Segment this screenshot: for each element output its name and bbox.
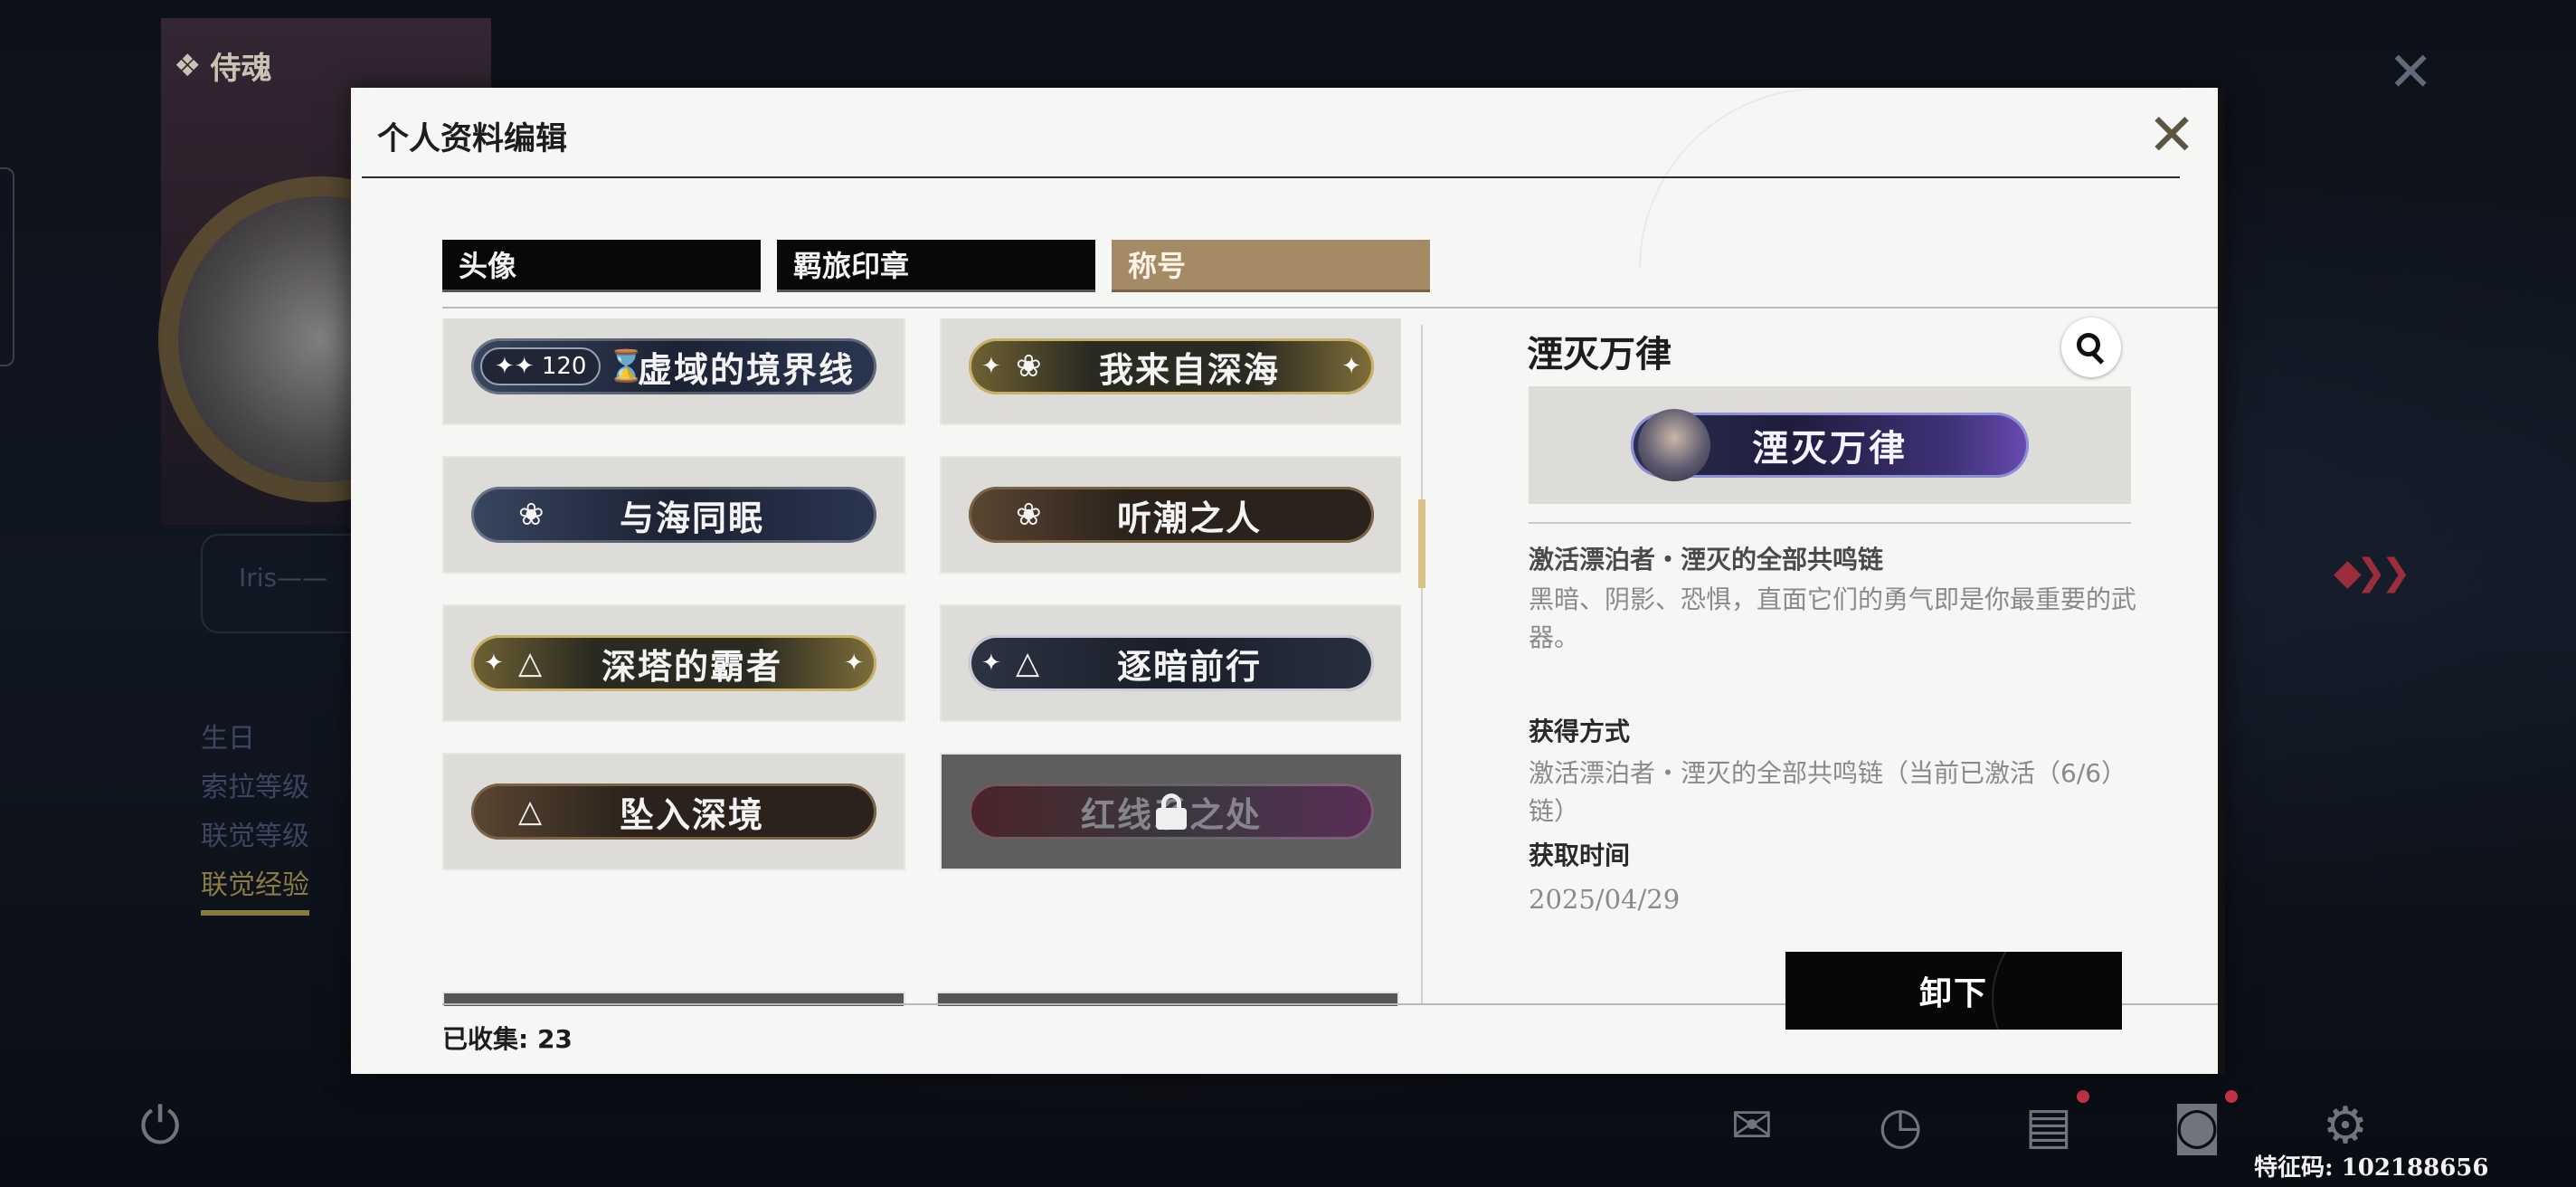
tab-title[interactable]: 称号: [1112, 240, 1430, 292]
title-card-locked[interactable]: 红线系之处: [940, 753, 1401, 870]
tabs-divider: [442, 307, 2218, 309]
profile-card-header-text: 侍魂: [210, 51, 272, 87]
sparkle-icon: ✦: [1341, 353, 1361, 380]
title-badge: 红线系之处: [969, 783, 1374, 840]
hourglass-icon: ⌛: [607, 348, 646, 385]
title-label: 与海同眠: [619, 498, 764, 538]
title-description: 黑暗、阴影、恐惧，直面它们的勇气即是你最重要的武器。: [1529, 584, 2137, 652]
feature-code: 特征码: 102188656: [2254, 1154, 2489, 1182]
sparkle-icon: ✦: [484, 650, 504, 677]
title-badge: ✦ △ 深塔的霸者 ✦: [471, 635, 876, 691]
title-grid[interactable]: ✦✦ 120 ⌛ 虚域的境界线 ✦ ❀ 我来自深海 ✦ ❀ 与海同眠 ❀ 听潮之…: [442, 318, 1401, 1006]
side-item-birthday: 生日: [201, 723, 255, 755]
side-pull-tab[interactable]: [0, 167, 14, 366]
tab-journey-seal[interactable]: 羁旅印章: [777, 240, 1095, 292]
wave-emblem-icon: ❀: [1016, 497, 1042, 533]
title-badge: ❀ 与海同眠: [471, 487, 876, 543]
side-item-sol-level: 索拉等级: [201, 772, 309, 803]
dialog-title: 个人资料编辑: [377, 121, 568, 157]
chevrons-right-icon: ◆❯❯: [2334, 552, 2411, 594]
title-badge: ✦✦ 120 ⌛ 虚域的境界线: [471, 338, 876, 394]
camera-icon[interactable]: ◙: [2165, 1095, 2229, 1158]
wave-emblem-icon: ❀: [518, 497, 545, 533]
title-card[interactable]: △ 坠入深境: [442, 753, 905, 870]
side-item-synesthesia-exp: 联觉经验: [201, 861, 309, 916]
title-label: 我来自深海: [1098, 349, 1280, 390]
mail-icon[interactable]: ✉: [1720, 1095, 1784, 1158]
background-close-icon[interactable]: ✕: [2388, 41, 2433, 104]
side-item-synesthesia-level: 联觉等级: [201, 821, 309, 852]
collected-count: 已收集: 23: [442, 1020, 573, 1056]
close-icon: ✕: [2147, 102, 2196, 169]
notes-badge: [2077, 1090, 2089, 1103]
title-level: 120: [541, 353, 587, 380]
pane-divider: [1421, 325, 1423, 1003]
sparkle-icon: ✦: [981, 353, 1001, 380]
title-label: 深塔的霸者: [601, 646, 782, 687]
zoom-button[interactable]: [2061, 318, 2121, 377]
unequip-button[interactable]: 卸下: [1785, 952, 2122, 1030]
detail-divider: [1529, 522, 2131, 524]
title-card[interactable]: ❀ 听潮之人: [940, 456, 1401, 574]
tower-icon: △: [518, 793, 543, 830]
title-label: 坠入深境: [619, 794, 764, 835]
lock-icon: [1156, 793, 1187, 830]
profile-edit-dialog: 个人资料编辑 ✕ 头像 羁旅印章 称号 ✦✦ 120 ⌛ 虚域的境界线 ✦ ❀ …: [351, 88, 2225, 1074]
sparkle-icon: ✦: [981, 650, 1001, 677]
preview-badge: 湮灭万律: [1631, 409, 2029, 481]
title-badge: ✦ △ 逐暗前行: [969, 635, 1374, 691]
power-icon[interactable]: ⏻: [128, 1095, 192, 1158]
tab-avatar[interactable]: 头像: [442, 240, 761, 292]
camera-badge: [2225, 1090, 2238, 1103]
clock-icon[interactable]: ◷: [1869, 1095, 1932, 1158]
close-button[interactable]: ✕: [2140, 102, 2203, 169]
preview-badge-text: 湮灭万律: [1752, 428, 1908, 470]
selected-title-name: 湮灭万律: [1527, 334, 1672, 375]
time-label: 获取时间: [1529, 840, 1631, 870]
character-portrait: [1638, 409, 1710, 481]
diamond-icon: ❖: [174, 47, 202, 84]
title-card[interactable]: ❀ 与海同眠: [442, 456, 905, 574]
collected-value: 23: [536, 1024, 573, 1054]
header-decoration: [1639, 88, 2182, 269]
title-divider: [362, 176, 2180, 178]
title-card[interactable]: ✦ ❀ 我来自深海 ✦: [940, 318, 1401, 425]
title-level-pill: ✦✦ 120: [480, 347, 601, 385]
tower-icon: △: [518, 645, 543, 681]
collected-label: 已收集:: [442, 1024, 529, 1054]
title-badge: ❀ 听潮之人: [969, 487, 1374, 543]
profile-side-list: 生日 索拉等级 联觉等级 联觉经验: [201, 715, 309, 916]
acquired-time: 2025/04/29: [1529, 884, 1681, 915]
profile-card-header: ❖ 侍魂: [174, 43, 271, 88]
title-label: 逐暗前行: [1116, 646, 1262, 687]
title-label: 听潮之人: [1116, 498, 1262, 538]
title-card[interactable]: ✦✦ 120 ⌛ 虚域的境界线: [442, 318, 905, 425]
title-badge: △ 坠入深境: [471, 783, 876, 840]
wave-emblem-icon: ❀: [1016, 348, 1042, 385]
title-condition: 激活漂泊者・湮灭的全部共鸣链: [1529, 545, 1884, 575]
title-preview: 湮灭万律: [1529, 386, 2131, 504]
notes-icon[interactable]: ▤: [2017, 1095, 2080, 1158]
method-text: 激活漂泊者・湮灭的全部共鸣链（当前已激活（6/6）链）: [1529, 758, 2115, 826]
title-badge: ✦ ❀ 我来自深海 ✦: [969, 338, 1374, 394]
tower-icon: △: [1016, 645, 1040, 681]
sparkle-icon: ✦: [844, 650, 864, 677]
method-label: 获得方式: [1529, 717, 1631, 746]
title-card[interactable]: ✦ △ 逐暗前行: [940, 604, 1401, 722]
title-card[interactable]: ✦ △ 深塔的霸者 ✦: [442, 604, 905, 722]
scrollbar-thumb[interactable]: [1418, 499, 1425, 588]
